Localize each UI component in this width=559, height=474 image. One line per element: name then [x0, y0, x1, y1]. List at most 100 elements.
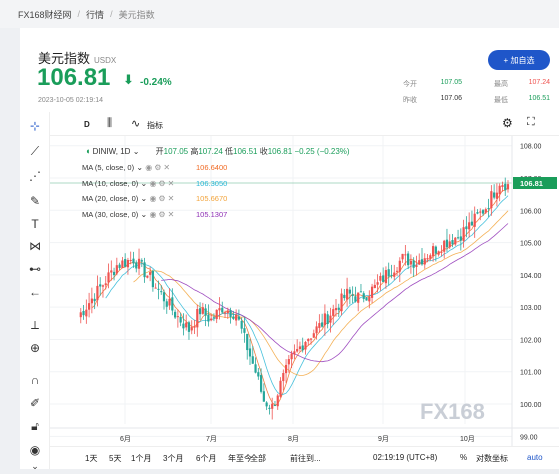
candle-body — [493, 192, 496, 198]
candle-body — [456, 237, 460, 239]
candle-body — [451, 240, 454, 245]
candle-body — [479, 211, 482, 213]
magnet-icon[interactable]: ∩ — [27, 372, 43, 388]
candle-body — [473, 213, 476, 227]
back-arrow-icon[interactable]: ← — [27, 284, 43, 300]
range-6m[interactable]: 6个月 — [196, 453, 216, 464]
candle-body — [179, 316, 182, 323]
ma-chevron-icon[interactable]: ⌄ — [138, 179, 149, 188]
candle-body — [268, 407, 271, 409]
candle-body — [162, 292, 166, 302]
log-scale-toggle[interactable]: 对数坐标 — [476, 453, 508, 464]
indicator-icon[interactable]: ∿ — [131, 117, 140, 130]
ma-legend-row[interactable]: MA (30, close, 0) ⌄ ◉⚙✕ 105.1307 — [82, 210, 227, 219]
ma-chevron-icon[interactable]: ⌄ — [138, 210, 149, 219]
ma-chevron-icon[interactable]: ⌄ — [138, 194, 149, 203]
candle-body — [246, 333, 249, 351]
candle-body — [237, 316, 241, 320]
auto-scale-toggle[interactable]: auto — [527, 453, 543, 462]
fib-tool-icon[interactable]: ⋰ — [27, 168, 43, 184]
candle-body — [240, 320, 243, 329]
candle-body — [343, 294, 346, 299]
indicator-button[interactable]: 指标 — [147, 120, 163, 131]
lock-icon[interactable]: 🔓︎ — [27, 418, 43, 434]
candle-body — [323, 313, 327, 326]
measure-icon[interactable]: ⊷ — [27, 261, 43, 277]
candle-type-icon[interactable]: ⫼ — [107, 117, 112, 130]
candle-body — [232, 316, 235, 319]
range-ytd[interactable]: 年至今 — [228, 453, 252, 464]
candle-body — [301, 345, 304, 351]
candle-body — [354, 296, 357, 302]
candle-body — [357, 292, 360, 303]
candle-body — [235, 314, 238, 321]
chevron-down-icon[interactable]: ⌄ — [27, 458, 43, 474]
y-tick-label: 101.00 — [520, 370, 542, 377]
candle-body — [506, 184, 510, 190]
range-5d[interactable]: 5天 — [109, 453, 121, 464]
low-value: 106.51 — [528, 95, 550, 102]
trend-line-icon[interactable]: ⟋ — [27, 143, 43, 159]
candle-body — [420, 259, 424, 265]
ohlc-low-label: 低 — [225, 147, 234, 156]
watermark: FX168 — [420, 399, 485, 424]
candle-body — [409, 260, 413, 265]
open-label: 今开 — [403, 81, 417, 88]
add-watchlist-button[interactable]: + 加自选 — [488, 50, 550, 70]
candle-body — [296, 349, 299, 352]
y-tick-label: 105.00 — [520, 241, 542, 248]
ma-action-icons[interactable]: ◉⚙✕ — [149, 179, 176, 188]
candle-body — [176, 316, 179, 318]
range-1m[interactable]: 1个月 — [131, 453, 151, 464]
fullscreen-icon[interactable]: ⛶ — [527, 116, 535, 129]
zoom-in-icon[interactable]: ⊕ — [27, 340, 43, 356]
breadcrumb-separator: / — [77, 9, 81, 19]
brush-icon[interactable]: ✎ — [27, 193, 43, 209]
goto-date-button[interactable]: 前往到... — [290, 453, 321, 464]
eye-icon[interactable]: ◉ — [27, 442, 43, 458]
ma-legend-row[interactable]: MA (20, close, 0) ⌄ ◉⚙✕ 105.6670 — [82, 194, 227, 203]
candle-body — [229, 310, 232, 317]
ma-legend-value: 105.6670 — [196, 194, 228, 203]
candle-body — [90, 298, 93, 304]
ma-action-icons[interactable]: ◉⚙✕ — [145, 163, 172, 172]
candle-body — [171, 297, 174, 311]
ohlc-symbol[interactable]: DINIW, 1D — [93, 147, 131, 156]
candle-body — [254, 364, 257, 373]
ma-legend-row[interactable]: MA (10, close, 0) ⌄ ◉⚙✕ 106.3050 — [82, 178, 227, 188]
candle-body — [196, 309, 199, 328]
candle-body — [82, 311, 85, 316]
range-1d[interactable]: 1天 — [85, 453, 97, 464]
interval-button[interactable]: D — [84, 120, 90, 129]
candle-body — [154, 287, 157, 289]
candle-body — [348, 289, 351, 294]
percent-toggle[interactable]: % — [460, 453, 467, 462]
range-all[interactable]: 全部 — [250, 453, 266, 464]
ma-chevron-icon[interactable]: ⌄ — [134, 163, 145, 172]
last-price-tag-text: 106.81 — [520, 179, 543, 188]
ruler-icon[interactable]: ⟂ — [27, 317, 43, 333]
text-tool-icon[interactable]: T — [27, 216, 43, 232]
high-value: 107.24 — [528, 79, 550, 86]
breadcrumb-quotes[interactable]: 行情 — [86, 8, 104, 21]
candle-body — [185, 322, 188, 328]
ma-legend-row[interactable]: MA (5, close, 0) ⌄ ◉⚙✕ 106.6400 — [82, 163, 227, 172]
ohlc-high: 107.24 — [198, 147, 223, 156]
breadcrumb-home[interactable]: FX168财经网 — [18, 8, 72, 21]
ma-action-icons[interactable]: ◉⚙✕ — [149, 210, 176, 219]
candle-body — [168, 298, 171, 306]
settings-icon[interactable]: ⚙ — [502, 116, 513, 130]
ohlc-symbol-chevron-icon[interactable]: ⌄ — [133, 147, 140, 156]
lock-drawing-icon[interactable]: ✐ — [27, 395, 43, 411]
candle-body — [93, 298, 96, 302]
ma-action-icons[interactable]: ◉⚙✕ — [149, 194, 176, 203]
down-arrow-icon: ⬇ — [123, 72, 134, 87]
pattern-icon[interactable]: ⋈ — [27, 238, 43, 254]
candle-body — [221, 307, 224, 313]
range-3m[interactable]: 3个月 — [163, 453, 183, 464]
candle-body — [340, 293, 343, 312]
ma-legend-label: MA (10, close, 0) — [82, 178, 139, 188]
candle-body — [135, 262, 138, 269]
crosshair-icon[interactable]: ⊹ — [27, 118, 43, 134]
candle-body — [110, 270, 113, 273]
